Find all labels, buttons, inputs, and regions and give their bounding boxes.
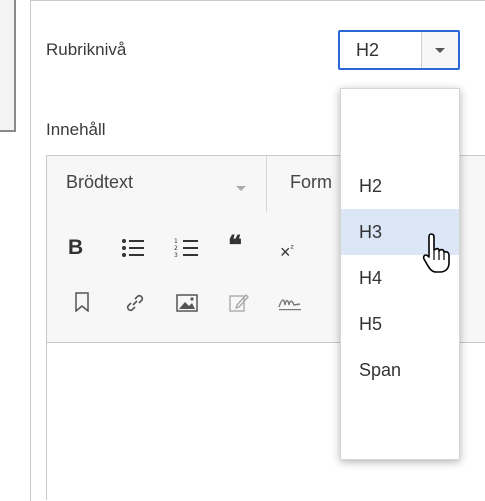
link-icon[interactable]	[124, 292, 146, 318]
paragraph-format-chevron-icon	[236, 186, 246, 191]
signature-icon[interactable]	[278, 296, 302, 316]
blockquote-icon[interactable]: ❝	[228, 233, 242, 259]
bold-icon[interactable]: B	[68, 237, 83, 258]
option-h2[interactable]: H2	[341, 163, 459, 209]
toolbar-separator	[266, 156, 267, 212]
superscript-icon[interactable]: ×²	[280, 238, 294, 262]
svg-text:3: 3	[174, 252, 178, 259]
dropdown-toggle-button[interactable]	[421, 32, 458, 68]
svg-text:1: 1	[174, 238, 178, 245]
content-label: Innehåll	[46, 120, 106, 139]
paragraph-format-select[interactable]: Brödtext	[66, 172, 133, 193]
chevron-down-icon	[435, 48, 445, 53]
option-h5[interactable]: H5	[341, 301, 459, 347]
hand-pointer-cursor-icon	[422, 232, 452, 279]
heading-level-label: Rubriknivå	[46, 40, 127, 59]
bulleted-list-icon[interactable]	[120, 236, 146, 264]
option-span[interactable]: Span	[341, 347, 459, 393]
background-window-edge	[0, 0, 16, 132]
format-select[interactable]: Form	[290, 172, 332, 193]
image-icon[interactable]	[176, 294, 198, 316]
bookmark-icon[interactable]	[74, 292, 90, 316]
edit-icon[interactable]	[228, 292, 250, 318]
numbered-list-icon[interactable]: 123	[174, 236, 200, 264]
heading-level-value: H2	[356, 40, 380, 60]
svg-text:2: 2	[174, 245, 178, 252]
heading-level-select[interactable]: H2	[338, 30, 460, 70]
